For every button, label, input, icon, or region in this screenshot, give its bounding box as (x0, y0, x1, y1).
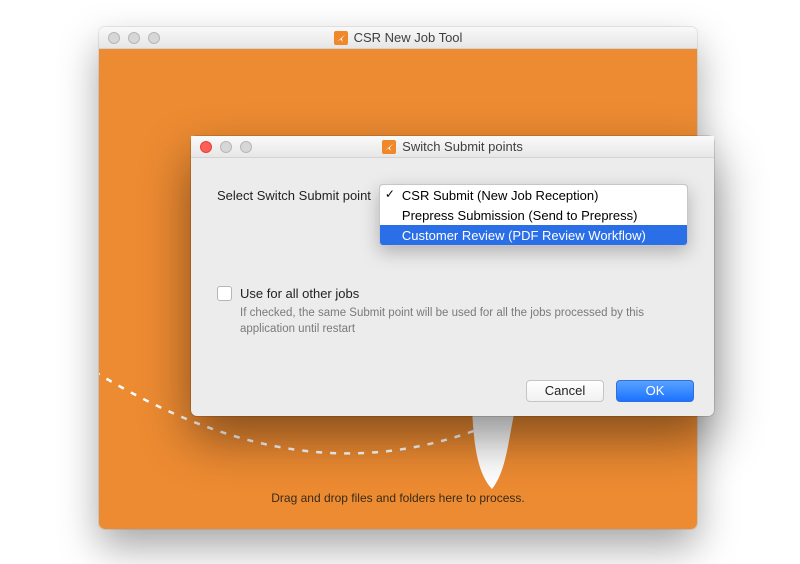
dialog-title: Switch Submit points (402, 139, 523, 154)
traffic-lights (99, 32, 160, 44)
dropdown-option-label: CSR Submit (New Job Reception) (402, 188, 599, 203)
use-for-all-checkbox[interactable] (217, 286, 232, 301)
main-titlebar: CSR New Job Tool (99, 27, 697, 49)
dropdown-option-label: Prepress Submission (Send to Prepress) (402, 208, 638, 223)
dialog-body: Select Switch Submit point ✓ CSR Submit … (191, 158, 714, 416)
close-dot[interactable] (108, 32, 120, 44)
cancel-button[interactable]: Cancel (526, 380, 604, 402)
dropdown-option-2[interactable]: Customer Review (PDF Review Workflow) (380, 225, 687, 245)
dialog-traffic-lights (191, 141, 252, 153)
submit-point-select[interactable]: ✓ CSR Submit (New Job Reception) Prepres… (379, 184, 688, 206)
main-window-title: CSR New Job Tool (354, 30, 463, 45)
dropdown-option-label: Customer Review (PDF Review Workflow) (402, 228, 646, 243)
use-for-all-label: Use for all other jobs (240, 286, 359, 301)
app-icon (334, 31, 348, 45)
dialog-titlebar: Switch Submit points (191, 136, 714, 158)
dropdown-option-0[interactable]: ✓ CSR Submit (New Job Reception) (380, 185, 687, 205)
dialog-close-dot[interactable] (200, 141, 212, 153)
help-text: If checked, the same Submit point will b… (240, 306, 688, 337)
dialog-app-icon (382, 140, 396, 154)
submit-point-dropdown[interactable]: ✓ CSR Submit (New Job Reception) Prepres… (379, 184, 688, 246)
dialog-window: Switch Submit points Select Switch Submi… (191, 136, 714, 416)
check-icon: ✓ (385, 187, 395, 201)
drop-instructions: Drag and drop files and folders here to … (99, 491, 697, 505)
minimize-dot[interactable] (128, 32, 140, 44)
dialog-minimize-dot (220, 141, 232, 153)
zoom-dot[interactable] (148, 32, 160, 44)
dialog-zoom-dot (240, 141, 252, 153)
select-label: Select Switch Submit point (217, 188, 371, 203)
ok-button[interactable]: OK (616, 380, 694, 402)
dropdown-option-1[interactable]: Prepress Submission (Send to Prepress) (380, 205, 687, 225)
